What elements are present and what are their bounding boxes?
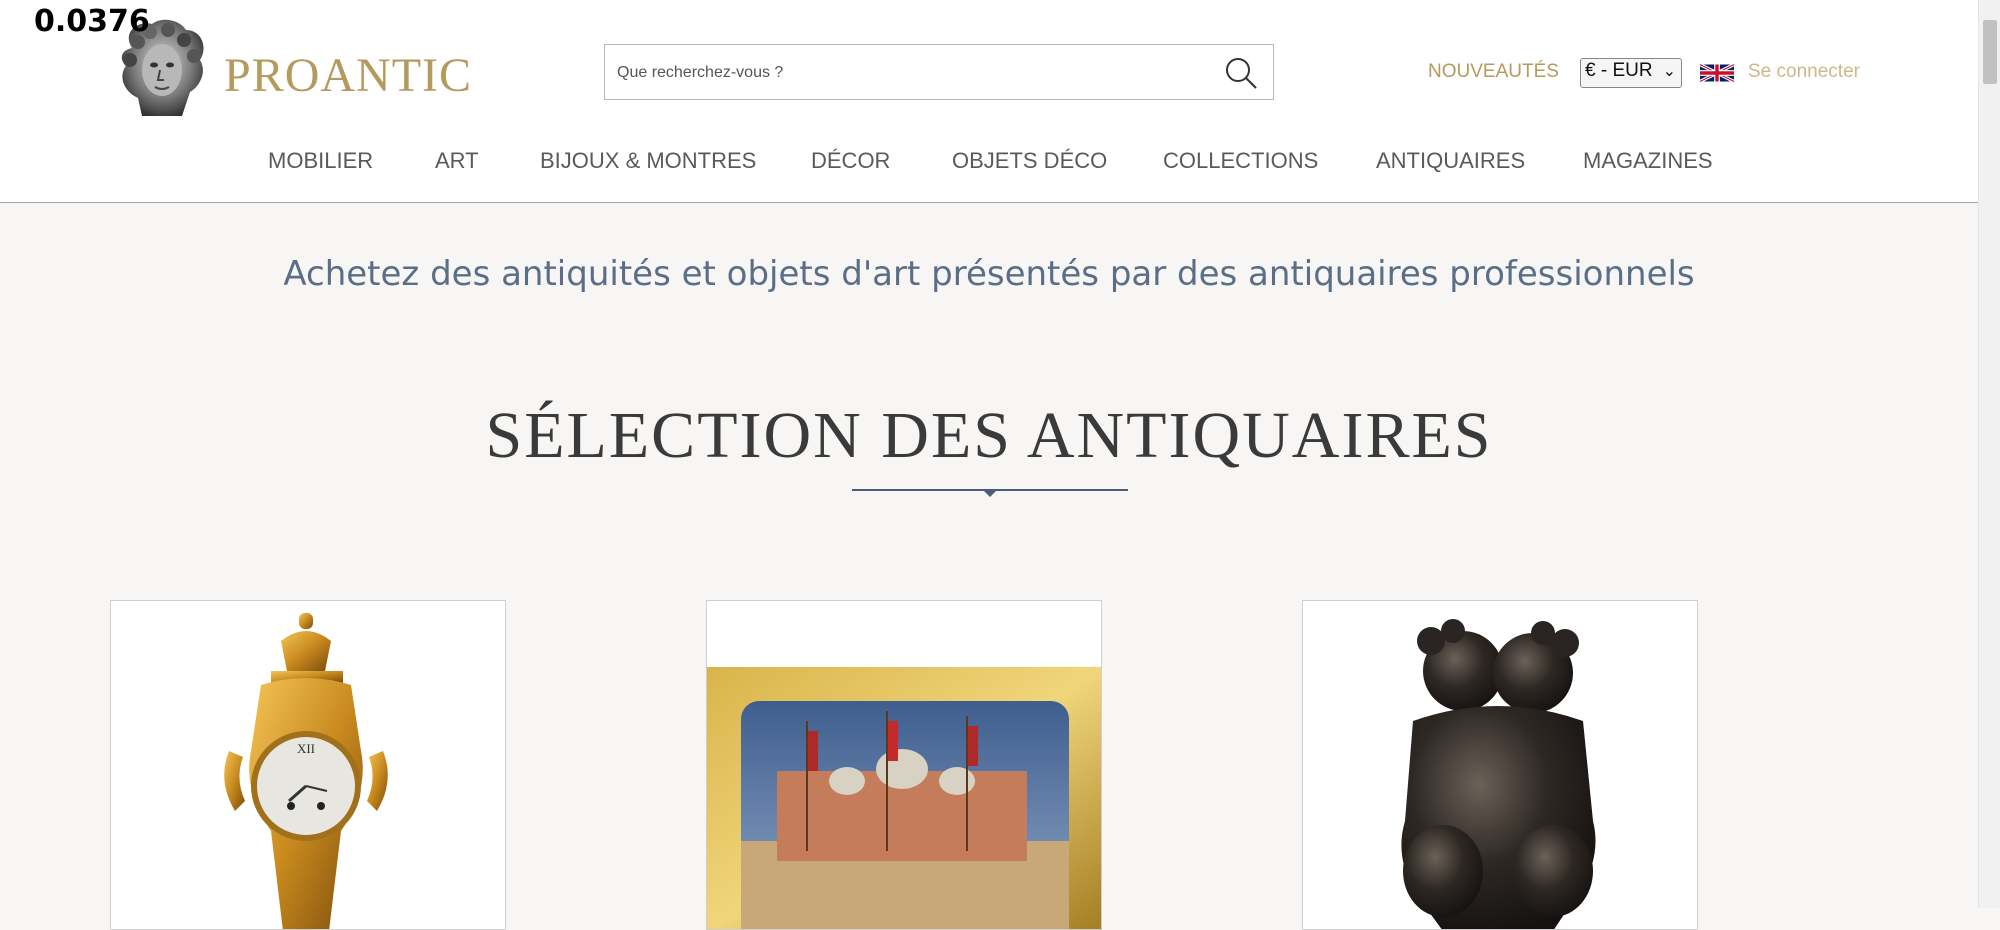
search-icon[interactable]	[1223, 55, 1259, 91]
title-divider	[852, 489, 1128, 497]
nav-item-art[interactable]: ART	[435, 148, 479, 174]
logo-text[interactable]: PROANTIC	[224, 48, 472, 103]
product-card-painting[interactable]	[706, 600, 1102, 930]
sculpture-image	[1401, 619, 1596, 929]
search-input[interactable]	[615, 53, 1199, 93]
product-card-sculpture[interactable]	[1302, 600, 1698, 930]
nav-item-objets-deco[interactable]: OBJETS DÉCO	[952, 148, 1107, 174]
product-card-clock[interactable]: XII	[110, 600, 506, 930]
nav-item-decor[interactable]: DÉCOR	[811, 148, 890, 174]
svg-text:XII: XII	[297, 741, 315, 756]
login-link[interactable]: Se connecter	[1748, 61, 1860, 83]
search-box	[604, 44, 1274, 100]
section-title: SÉLECTION DES ANTIQUAIRES	[485, 399, 1493, 472]
site-header: PROANTIC NOUVEAUTÉS € - EUR ⌄ Se connect…	[0, 0, 1978, 203]
scrollbar-thumb[interactable]	[1983, 20, 1997, 84]
nav-item-bijoux-montres[interactable]: BIJOUX & MONTRES	[540, 148, 756, 174]
currency-select[interactable]: € - EUR ⌄	[1580, 58, 1682, 88]
page-tagline: Achetez des antiquités et objets d'art p…	[283, 254, 1695, 294]
uk-flag-icon[interactable]	[1700, 61, 1734, 85]
nouveautes-link[interactable]: NOUVEAUTÉS	[1428, 61, 1559, 83]
clock-image: XII	[224, 613, 388, 929]
nav-item-collections[interactable]: COLLECTIONS	[1163, 148, 1318, 174]
nav-item-mobilier[interactable]: MOBILIER	[268, 148, 373, 174]
main-nav: MOBILIER ART BIJOUX & MONTRES DÉCOR OBJE…	[0, 148, 1978, 188]
score-overlay: 0.0376	[34, 4, 150, 39]
page-scrollbar[interactable]	[1978, 0, 2000, 908]
nav-item-magazines[interactable]: MAGAZINES	[1583, 148, 1713, 174]
nav-item-antiquaires[interactable]: ANTIQUAIRES	[1376, 148, 1525, 174]
painting-image	[707, 667, 1101, 929]
chevron-down-icon: ⌄	[1662, 63, 1676, 80]
currency-value: € - EUR	[1585, 60, 1653, 81]
